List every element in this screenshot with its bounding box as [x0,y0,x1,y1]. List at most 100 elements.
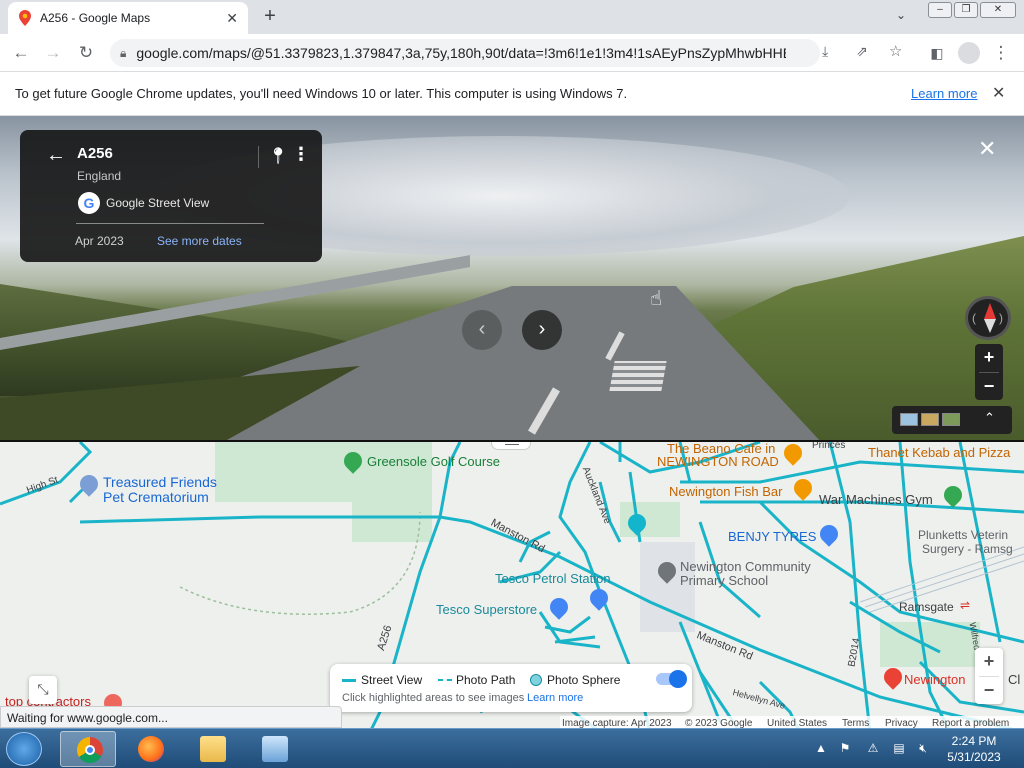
more-options-icon[interactable]: ⋮ [292,144,310,165]
install-icon[interactable]: ⤓ [822,43,828,60]
legend-hint: Click highlighted areas to see images [342,692,525,704]
collapse-map-icon[interactable]: ⤡ [29,676,57,704]
see-more-dates-link[interactable]: See more dates [157,234,242,248]
location-pin-icon[interactable]: 📍︎ [268,146,288,166]
capture-date: Apr 2023 [75,234,124,248]
control-panel-icon [262,736,288,762]
zoom-in-button[interactable]: + [975,344,1003,372]
volume-muted-icon[interactable]: 🔇︎ [916,741,930,755]
place-label[interactable]: Primary School [680,573,768,588]
photo-sphere-icon [530,674,542,686]
rail-station-icon: ⇌ [960,598,971,612]
compass-north-needle [984,303,996,319]
show-hidden-icons[interactable]: ▲ [814,741,828,755]
clock-date: 5/31/2023 [947,750,1001,764]
street-view-panorama[interactable]: ← A256 England G Google Street View Apr … [0,116,1024,440]
tab-search-chevron-icon[interactable]: ⌄ [896,8,906,22]
side-panel-icon[interactable]: ◧ [926,42,948,64]
share-icon[interactable]: ⇗ [856,43,868,60]
back-arrow-icon[interactable]: ← [10,42,32,64]
map-zoom-out-button[interactable]: − [975,677,1003,705]
minimize-button[interactable]: – [928,2,952,18]
street-view-zoom-control: + − [975,344,1003,400]
profile-avatar-icon[interactable] [958,42,980,64]
place-label[interactable]: Plunketts Veterin [918,528,1008,542]
legend-street-view: Street View [361,673,423,687]
close-street-view-icon[interactable]: ✕ [978,136,996,162]
bookmark-star-icon[interactable]: ☆ [889,42,902,60]
thumbnail-image[interactable] [921,413,939,426]
panel-resize-handle[interactable] [491,442,531,450]
photo-thumbnails-strip[interactable]: ⌃ [892,406,1012,434]
folder-icon [200,736,226,762]
chrome-icon [77,737,103,763]
taskbar-explorer[interactable] [184,731,240,767]
system-clock[interactable]: 2:24 PM 5/31/2023 [944,733,1004,765]
tab-google-maps[interactable]: A256 - Google Maps ✕ [8,2,248,34]
navigate-right-arrow[interactable]: › [522,310,562,350]
place-label[interactable]: Greensole Golf Course [367,454,500,469]
windows-taskbar: ▲ ⚑ ⚠ ▤ 🔇︎ 2:24 PM 5/31/2023 [0,728,1024,768]
coverage-toggle[interactable] [656,670,687,688]
street-label: Princes [812,440,846,451]
rotate-right-icon[interactable]: ) [999,311,1003,325]
update-infobar: To get future Google Chrome updates, you… [0,72,1024,116]
lock-icon: 🔒︎ [120,45,127,60]
back-arrow-icon[interactable]: ← [46,144,66,167]
compass-control[interactable]: ( ) [965,296,1011,340]
infobar-close-icon[interactable]: ✕ [992,83,1005,103]
restore-button[interactable]: ❐ [954,2,978,18]
place-label[interactable]: Thanet Kebab and Pizza [868,445,1010,460]
place-label[interactable]: Newington Community [680,559,811,574]
forward-arrow-icon[interactable]: → [42,42,64,64]
address-bar[interactable]: 🔒︎ google.com/maps/@51.3379823,1.379847,… [110,39,902,67]
url-text[interactable]: google.com/maps/@51.3379823,1.379847,3a,… [136,45,786,61]
start-button[interactable] [6,732,42,766]
legend-learn-more-link[interactable]: Learn more [527,692,583,704]
place-label[interactable]: Pet Crematorium [103,489,209,505]
zoom-out-button[interactable]: − [975,373,1003,401]
expand-chevron-icon[interactable]: ⌃ [984,410,995,426]
place-label[interactable]: Newington [904,672,965,687]
legend-photo-path: Photo Path [456,673,516,687]
network-warning-icon[interactable]: ⚠ [866,741,880,755]
tab-close-icon[interactable]: ✕ [226,10,238,27]
network-icon[interactable]: ▤ [892,741,906,755]
menu-kebab-icon[interactable]: ⋮ [990,42,1012,64]
street-view-line-icon [342,679,356,682]
map-zoom-in-button[interactable]: + [975,648,1003,676]
place-label[interactable]: Newington Fish Bar [669,484,782,499]
hand-cursor-icon: ☝︎ [650,288,663,310]
place-label[interactable]: Treasured Friends [103,474,217,490]
taskbar-chrome[interactable] [60,731,116,767]
divider [76,223,264,224]
tab-title: A256 - Google Maps [40,11,151,25]
taskbar-control-panel[interactable] [246,731,302,767]
place-label[interactable]: Tesco Superstore [436,602,537,617]
rotate-left-icon[interactable]: ( [972,311,976,325]
location-name: A256 [77,145,113,162]
infobar-learn-more-link[interactable]: Learn more [911,86,977,101]
street-view-legend: Street View Photo Path Photo Sphere Clic… [330,664,692,712]
location-region: England [77,169,122,183]
infobar-message: To get future Google Chrome updates, you… [15,86,628,101]
taskbar-firefox[interactable] [122,731,178,767]
map-panel[interactable]: High St Treasured Friends Pet Crematoriu… [0,440,1024,730]
place-label[interactable]: War Machines Gym [819,492,933,507]
toggle-knob [669,670,687,688]
place-label[interactable]: Ramsgate [899,600,954,614]
google-logo-icon: G [78,192,100,214]
new-tab-button[interactable]: + [258,5,282,29]
place-label[interactable]: Cl [1008,672,1020,687]
action-center-flag-icon[interactable]: ⚑ [838,741,852,755]
place-label[interactable]: Surgery - Ramsg [922,542,1013,556]
reload-icon[interactable]: ↻ [75,42,97,64]
navigate-left-arrow[interactable]: ‹ [462,310,502,350]
close-window-button[interactable]: ✕ [980,2,1016,18]
thumbnail-image[interactable] [942,413,960,426]
place-label[interactable]: Tesco Petrol Station [495,571,611,586]
place-label[interactable]: NEWINGTON ROAD [657,454,779,469]
loading-status-bar: Waiting for www.google.com... [0,706,342,728]
place-label[interactable]: BENJY TYRES [728,529,816,544]
thumbnail-image[interactable] [900,413,918,426]
